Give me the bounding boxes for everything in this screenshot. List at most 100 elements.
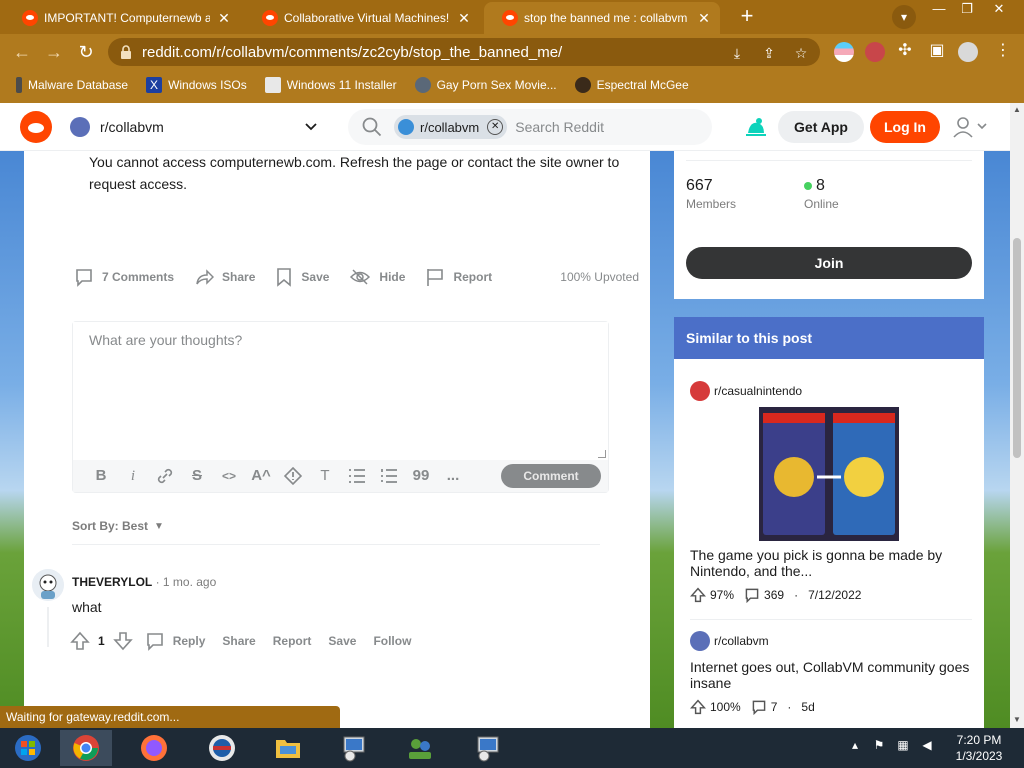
bookmark-windows-isos[interactable]: X Windows ISOs	[146, 77, 247, 93]
avatar[interactable]	[32, 569, 64, 601]
comment-save-button[interactable]: Save	[328, 634, 356, 648]
comment-follow-button[interactable]: Follow	[373, 634, 411, 648]
more-icon[interactable]: ...	[437, 462, 469, 490]
taskbar-chrome[interactable]	[60, 730, 112, 766]
post-column: You cannot access computernewb.com. Refr…	[24, 151, 650, 728]
bookmark-malware-database[interactable]: Malware Database	[16, 77, 128, 93]
numbered-list-icon[interactable]	[373, 462, 405, 490]
chevron-up-icon[interactable]: ▴	[848, 738, 862, 752]
tab-stop-the-banned-me[interactable]: stop the banned me : collabvm ✕	[484, 2, 720, 34]
chevron-down-icon[interactable]: ▾	[892, 5, 916, 29]
clock[interactable]: 7:20 PM 1/3/2023	[944, 732, 1014, 764]
back-arrow-icon[interactable]: ←	[10, 40, 34, 64]
spoiler-icon[interactable]	[277, 462, 309, 490]
reload-icon[interactable]: ↻	[74, 40, 98, 64]
log-in-button[interactable]: Log In	[870, 111, 940, 143]
report-button[interactable]: Report	[425, 267, 492, 287]
taskbar-computer[interactable]	[328, 730, 380, 766]
comments-button[interactable]: 7 Comments	[74, 267, 174, 287]
profile-extension-icon[interactable]	[865, 42, 885, 62]
members-label: Members	[686, 197, 737, 211]
window-close-icon[interactable]: ✕	[984, 0, 1014, 18]
search-community-chip[interactable]: r/collabvm ✕	[394, 115, 508, 139]
windows-taskbar: ▴ ⚑ ▦ ◀ 7:20 PM 1/3/2023	[0, 728, 1024, 768]
taskbar-app-circle[interactable]	[196, 730, 248, 766]
tab-computernewb[interactable]: IMPORTANT! Computernewb and ✕	[4, 2, 240, 34]
tab-collaborative-vm[interactable]: Collaborative Virtual Machines! ✕	[244, 2, 480, 34]
comment-author[interactable]: THEVERYLOL	[72, 575, 152, 589]
bookmark-espectral-mcgee[interactable]: Espectral McGee	[574, 77, 689, 93]
page-scrollbar[interactable]: ▲ ▼	[1010, 103, 1024, 728]
sidebar-icon[interactable]: ▣	[928, 42, 946, 60]
flag-extension-icon[interactable]	[834, 42, 854, 62]
italic-icon[interactable]: i	[117, 462, 149, 490]
taskbar-file-explorer[interactable]	[262, 730, 314, 766]
address-bar[interactable]: reddit.com/r/collabvm/comments/zc2cyb/st…	[108, 38, 820, 66]
forward-arrow-icon[interactable]: →	[42, 40, 66, 64]
scroll-down-icon[interactable]: ▼	[1012, 715, 1022, 725]
thread-line[interactable]	[47, 607, 49, 647]
similar-post-title[interactable]: Internet goes out, CollabVM community go…	[690, 659, 970, 691]
scroll-up-icon[interactable]: ▲	[1012, 105, 1022, 115]
comment-input[interactable]	[73, 322, 608, 460]
bookmark-gay-porn[interactable]: Gay Porn Sex Movie...	[414, 77, 557, 93]
account-icon[interactable]	[958, 42, 978, 62]
advertise-snoo-icon[interactable]	[744, 115, 768, 139]
close-icon[interactable]: ✕	[487, 119, 504, 135]
kebab-menu-icon[interactable]: ⋮	[994, 42, 1012, 60]
search-input[interactable]	[515, 119, 696, 135]
taskbar-firefox[interactable]	[128, 730, 180, 766]
network-icon[interactable]: ▦	[896, 738, 910, 752]
bold-icon[interactable]: B	[85, 462, 117, 490]
link-icon[interactable]	[149, 462, 181, 490]
start-button[interactable]	[2, 730, 54, 766]
save-button[interactable]: Save	[275, 267, 329, 287]
resize-handle-icon[interactable]	[598, 450, 606, 458]
flag-icon[interactable]: ⚑	[872, 738, 886, 752]
comment-bubble-icon	[745, 588, 759, 603]
restore-icon[interactable]: ❐	[952, 0, 982, 18]
search-bar[interactable]: r/collabvm ✕	[348, 109, 712, 145]
close-icon[interactable]: ✕	[696, 10, 712, 26]
volume-icon[interactable]: ◀	[920, 738, 934, 752]
downvote-arrow-icon[interactable]	[112, 631, 133, 651]
reddit-logo-icon[interactable]	[20, 111, 52, 143]
post-thumbnail[interactable]	[759, 407, 899, 541]
star-icon[interactable]: ☆	[792, 44, 810, 62]
install-icon[interactable]: ⤓	[728, 44, 746, 62]
minimize-icon[interactable]: —	[924, 0, 954, 18]
get-app-button[interactable]: Get App	[778, 111, 864, 143]
taskbar-network[interactable]	[394, 730, 446, 766]
close-icon[interactable]: ✕	[216, 10, 232, 26]
strikethrough-icon[interactable]: S	[181, 462, 213, 490]
taskbar-computer-2[interactable]	[462, 730, 514, 766]
sort-dropdown[interactable]: Sort By: Best ▼	[72, 519, 164, 533]
share-icon[interactable]: ⇪	[760, 44, 778, 62]
reply-button[interactable]: Reply	[145, 631, 206, 651]
comment-report-button[interactable]: Report	[273, 634, 312, 648]
superscript-icon[interactable]: A^	[245, 462, 277, 490]
code-icon[interactable]: <>	[213, 462, 245, 490]
community-name: r/collabvm	[100, 119, 164, 135]
reply-label: Reply	[172, 634, 206, 648]
comment-timestamp[interactable]: · 1 mo. ago	[156, 575, 217, 589]
similar-post-title[interactable]: The game you pick is gonna be made by Ni…	[690, 547, 970, 579]
bullet-list-icon[interactable]	[341, 462, 373, 490]
similar-post-subreddit[interactable]: r/casualnintendo	[690, 381, 802, 401]
new-tab-plus-icon[interactable]: +	[734, 5, 760, 29]
hide-button[interactable]: Hide	[349, 267, 405, 287]
share-button[interactable]: Share	[194, 267, 255, 287]
close-icon[interactable]: ✕	[456, 10, 472, 26]
user-menu-icon[interactable]	[952, 115, 992, 139]
upvote-arrow-icon[interactable]	[70, 631, 90, 651]
community-selector[interactable]: r/collabvm	[70, 111, 330, 143]
bookmark-windows-11-installer[interactable]: Windows 11 Installer	[264, 77, 397, 93]
quote-icon[interactable]: 99	[405, 462, 437, 490]
comment-share-button[interactable]: Share	[222, 634, 255, 648]
heading-icon[interactable]: T	[309, 462, 341, 490]
join-button[interactable]: Join	[686, 247, 972, 279]
scroll-thumb[interactable]	[1013, 238, 1021, 458]
comment-submit-button[interactable]: Comment	[501, 464, 601, 488]
similar-post-subreddit[interactable]: r/collabvm	[690, 631, 769, 651]
puzzle-icon[interactable]: ✣	[896, 42, 914, 60]
